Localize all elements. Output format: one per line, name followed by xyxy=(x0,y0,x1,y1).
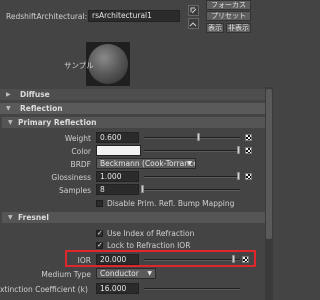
expanded-arrow-icon: ▼ xyxy=(6,105,11,112)
preset-icon[interactable] xyxy=(188,18,199,29)
ior-map-icon[interactable] xyxy=(242,256,249,263)
samples-label: Samples xyxy=(58,186,91,195)
chevron-down-icon: ▼ xyxy=(187,160,192,167)
disable-bump-checkbox[interactable] xyxy=(96,200,103,207)
ior-field[interactable]: 20.000 xyxy=(96,254,139,265)
use-ior-checkbox[interactable]: ✓ xyxy=(96,230,103,237)
extinction-coefficient-field[interactable]: 16.000 xyxy=(96,283,139,294)
expanded-arrow-icon: ▼ xyxy=(8,214,13,221)
use-ior-label: Use Index of Refraction xyxy=(107,229,195,238)
brdf-dropdown[interactable]: Beckmann (Cook-Torrance) ▼ xyxy=(96,158,196,169)
chevron-down-icon: ▼ xyxy=(147,270,152,277)
scrollbar-thumb[interactable] xyxy=(266,89,272,239)
color-slider-handle[interactable] xyxy=(237,146,240,154)
samples-slider-handle[interactable] xyxy=(141,185,144,193)
color-swatch[interactable] xyxy=(96,145,141,156)
lock-ior-checkbox[interactable]: ✓ xyxy=(96,242,103,249)
weight-field[interactable]: 0.600 xyxy=(96,132,139,143)
fresnel-section[interactable]: ▼ Fresnel xyxy=(2,212,265,223)
show-button[interactable]: 表示 xyxy=(206,23,224,33)
samples-slider[interactable] xyxy=(144,189,240,191)
node-name-label: RedshiftArchitectural: xyxy=(6,12,88,21)
ior-slider[interactable] xyxy=(144,259,240,261)
color-slider[interactable] xyxy=(144,150,240,152)
glossiness-label: Glossiness xyxy=(51,173,91,182)
ior-label: IOR xyxy=(77,256,91,265)
primary-reflection-section[interactable]: ▼ Primary Reflection xyxy=(2,117,265,128)
color-map-icon[interactable] xyxy=(245,147,252,154)
weight-map-icon[interactable] xyxy=(245,134,252,141)
brdf-label: BRDF xyxy=(70,160,91,169)
color-label: Color xyxy=(71,147,91,156)
focus-button[interactable]: フォーカス xyxy=(206,0,251,10)
material-sphere xyxy=(88,44,128,84)
glossiness-slider[interactable] xyxy=(144,176,240,178)
preset-button[interactable]: プリセット xyxy=(206,11,251,21)
lock-ior-label: Lock to Refraction IOR xyxy=(107,241,191,250)
disable-bump-label: Disable Prim. Refl. Bump Mapping xyxy=(107,199,235,208)
weight-slider-handle[interactable] xyxy=(197,133,200,141)
focus-icon[interactable] xyxy=(188,5,199,16)
node-name-field[interactable]: rsArchitectural1 xyxy=(88,10,180,22)
hide-button[interactable]: 非表示 xyxy=(226,23,251,33)
diffuse-section[interactable]: ▶ Diffuse xyxy=(0,89,265,100)
extinction-coefficient-slider[interactable] xyxy=(144,288,240,290)
samples-field[interactable]: 8 xyxy=(96,184,139,195)
glossiness-field[interactable]: 1.000 xyxy=(96,171,139,182)
sample-label: サンプル xyxy=(64,61,94,70)
reflection-section[interactable]: ▼ Reflection xyxy=(0,103,265,114)
weight-label: Weight xyxy=(64,134,91,143)
ior-slider-handle[interactable] xyxy=(232,255,235,263)
medium-type-dropdown[interactable]: Conductor ▼ xyxy=(96,268,156,279)
medium-type-label: Medium Type xyxy=(41,270,91,279)
scrollbar[interactable] xyxy=(265,87,273,300)
collapsed-arrow-icon: ▶ xyxy=(6,91,11,98)
weight-slider[interactable] xyxy=(144,137,240,139)
expanded-arrow-icon: ▼ xyxy=(8,119,13,126)
glossiness-map-icon[interactable] xyxy=(245,173,252,180)
glossiness-slider-handle[interactable] xyxy=(237,172,240,180)
extinction-coefficient-label: xtinction Coefficient (k) xyxy=(0,285,88,294)
